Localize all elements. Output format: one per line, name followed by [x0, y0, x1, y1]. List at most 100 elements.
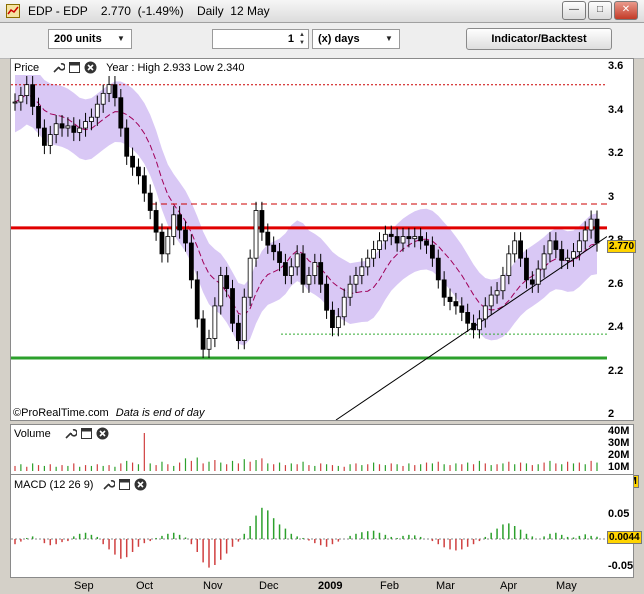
- candle-body: [83, 121, 88, 129]
- candle-body: [194, 279, 200, 320]
- year-range-info: Year : High 2.933 Low 2.340: [106, 61, 245, 74]
- candle-body: [412, 236, 418, 240]
- candle-body: [235, 322, 241, 342]
- candle-body: [200, 318, 206, 350]
- x-axis-label: Oct: [136, 580, 154, 592]
- wrench-icon[interactable]: [64, 427, 77, 440]
- candle-body: [318, 262, 324, 285]
- macd-panel[interactable]: MACD (12 26 9): [10, 474, 608, 578]
- price-tick-label: 2.4: [608, 321, 624, 333]
- candle-body: [471, 322, 476, 331]
- footer-note: Data is end of day: [115, 407, 205, 419]
- price-chart-panel[interactable]: Price Year : High 2.933 Low 2.340 ©ProRe…: [10, 58, 608, 421]
- x-axis-label: Feb: [380, 580, 399, 592]
- candle-body: [447, 296, 453, 302]
- wrench-icon[interactable]: [102, 478, 116, 491]
- window-titlebar: EDP - EDP 2.770 (-1.49%) Daily 12 May — …: [0, 0, 644, 23]
- candle-body: [565, 257, 571, 261]
- candle-body: [294, 253, 300, 268]
- candle-body: [241, 296, 247, 342]
- macd-panel-label: MACD (12 26 9): [14, 478, 94, 491]
- candle-body: [388, 233, 394, 237]
- x-axis-label: Dec: [259, 580, 279, 592]
- price-tick-label: 3.2: [608, 147, 624, 159]
- price-panel-label: Price: [14, 61, 40, 74]
- candle-body: [283, 262, 288, 276]
- candle-body: [12, 101, 18, 104]
- footer-brand: ©ProRealTime.com: [13, 407, 109, 419]
- candle-body: [183, 229, 188, 244]
- close-panel-icon[interactable]: [84, 61, 97, 74]
- indicator-backtest-button[interactable]: Indicator/Backtest: [466, 28, 612, 50]
- candle-body: [59, 123, 65, 129]
- candle-body: [130, 155, 135, 168]
- price-tick-label: 2.6: [608, 277, 624, 290]
- candle-body: [324, 283, 329, 311]
- candle-body: [453, 301, 459, 307]
- chart-footer: ©ProRealTime.com Data is end of day: [13, 407, 205, 419]
- macd-last-value-label: 0.0044: [607, 531, 642, 544]
- candle-body: [206, 338, 212, 350]
- macd-tick-label: 0.05: [608, 508, 630, 520]
- close-panel-icon[interactable]: [96, 427, 109, 440]
- x-axis-label: Apr: [500, 580, 518, 592]
- volume-tick-label: 20M: [608, 449, 630, 461]
- window-icon[interactable]: [80, 427, 93, 440]
- candle-body: [30, 84, 36, 107]
- candle-body: [559, 249, 565, 261]
- candle-body: [312, 262, 318, 276]
- x-axis-label: Nov: [203, 580, 223, 592]
- maximize-button[interactable]: □: [588, 1, 612, 20]
- candle-body: [435, 257, 441, 281]
- spin-arrows-icon[interactable]: ▲ ▼: [297, 31, 307, 47]
- candle-body: [124, 127, 130, 157]
- candle-body: [377, 240, 382, 250]
- candle-body: [330, 309, 335, 328]
- candle-body: [77, 127, 83, 133]
- candle-body: [306, 275, 312, 285]
- candle-body: [265, 231, 271, 246]
- candle-body: [47, 134, 53, 146]
- wrench-icon[interactable]: [52, 61, 66, 74]
- candle-body: [259, 210, 265, 233]
- window-icon[interactable]: [118, 478, 131, 491]
- close-window-button[interactable]: ✕: [614, 1, 638, 20]
- macd-panel-toolbar: MACD (12 26 9): [11, 477, 148, 492]
- window-icon[interactable]: [68, 61, 81, 74]
- candle-body: [41, 127, 47, 146]
- candle-body: [65, 125, 71, 129]
- candle-body: [359, 266, 365, 276]
- chevron-down-icon: ▼: [117, 34, 125, 43]
- volume-tick-label: 30M: [608, 437, 630, 449]
- candle-body: [112, 84, 118, 99]
- candle-body: [506, 253, 512, 276]
- candle-body: [136, 166, 141, 177]
- candle-body: [188, 242, 194, 281]
- period-stepper[interactable]: 1 ▲ ▼: [212, 29, 309, 49]
- candle-body: [271, 244, 277, 253]
- bollinger-band: [15, 63, 597, 346]
- chevron-down-icon: ▼: [385, 34, 393, 43]
- candle-body: [71, 125, 77, 133]
- candle-body: [230, 288, 235, 324]
- candle-body: [212, 305, 218, 339]
- candle-body: [147, 192, 153, 211]
- candle-body: [253, 210, 259, 259]
- minimize-button[interactable]: —: [562, 1, 586, 20]
- price-tick-label: 3.4: [608, 103, 624, 116]
- units-select[interactable]: 200 units ▼: [48, 29, 132, 49]
- candle-body: [406, 236, 412, 240]
- candle-body: [512, 240, 518, 255]
- candle-body: [488, 294, 494, 307]
- candle-body: [247, 257, 253, 298]
- candle-body: [482, 305, 488, 320]
- candle-body: [594, 218, 600, 244]
- candle-body: [553, 240, 559, 250]
- candle-body: [535, 268, 541, 285]
- candle-body: [277, 251, 282, 263]
- period-unit-select[interactable]: (x) days ▼: [312, 29, 400, 49]
- close-panel-icon[interactable]: [134, 478, 147, 491]
- macd-tick-label: -0.05: [608, 560, 634, 572]
- candle-body: [465, 312, 471, 324]
- candle-body: [494, 290, 500, 296]
